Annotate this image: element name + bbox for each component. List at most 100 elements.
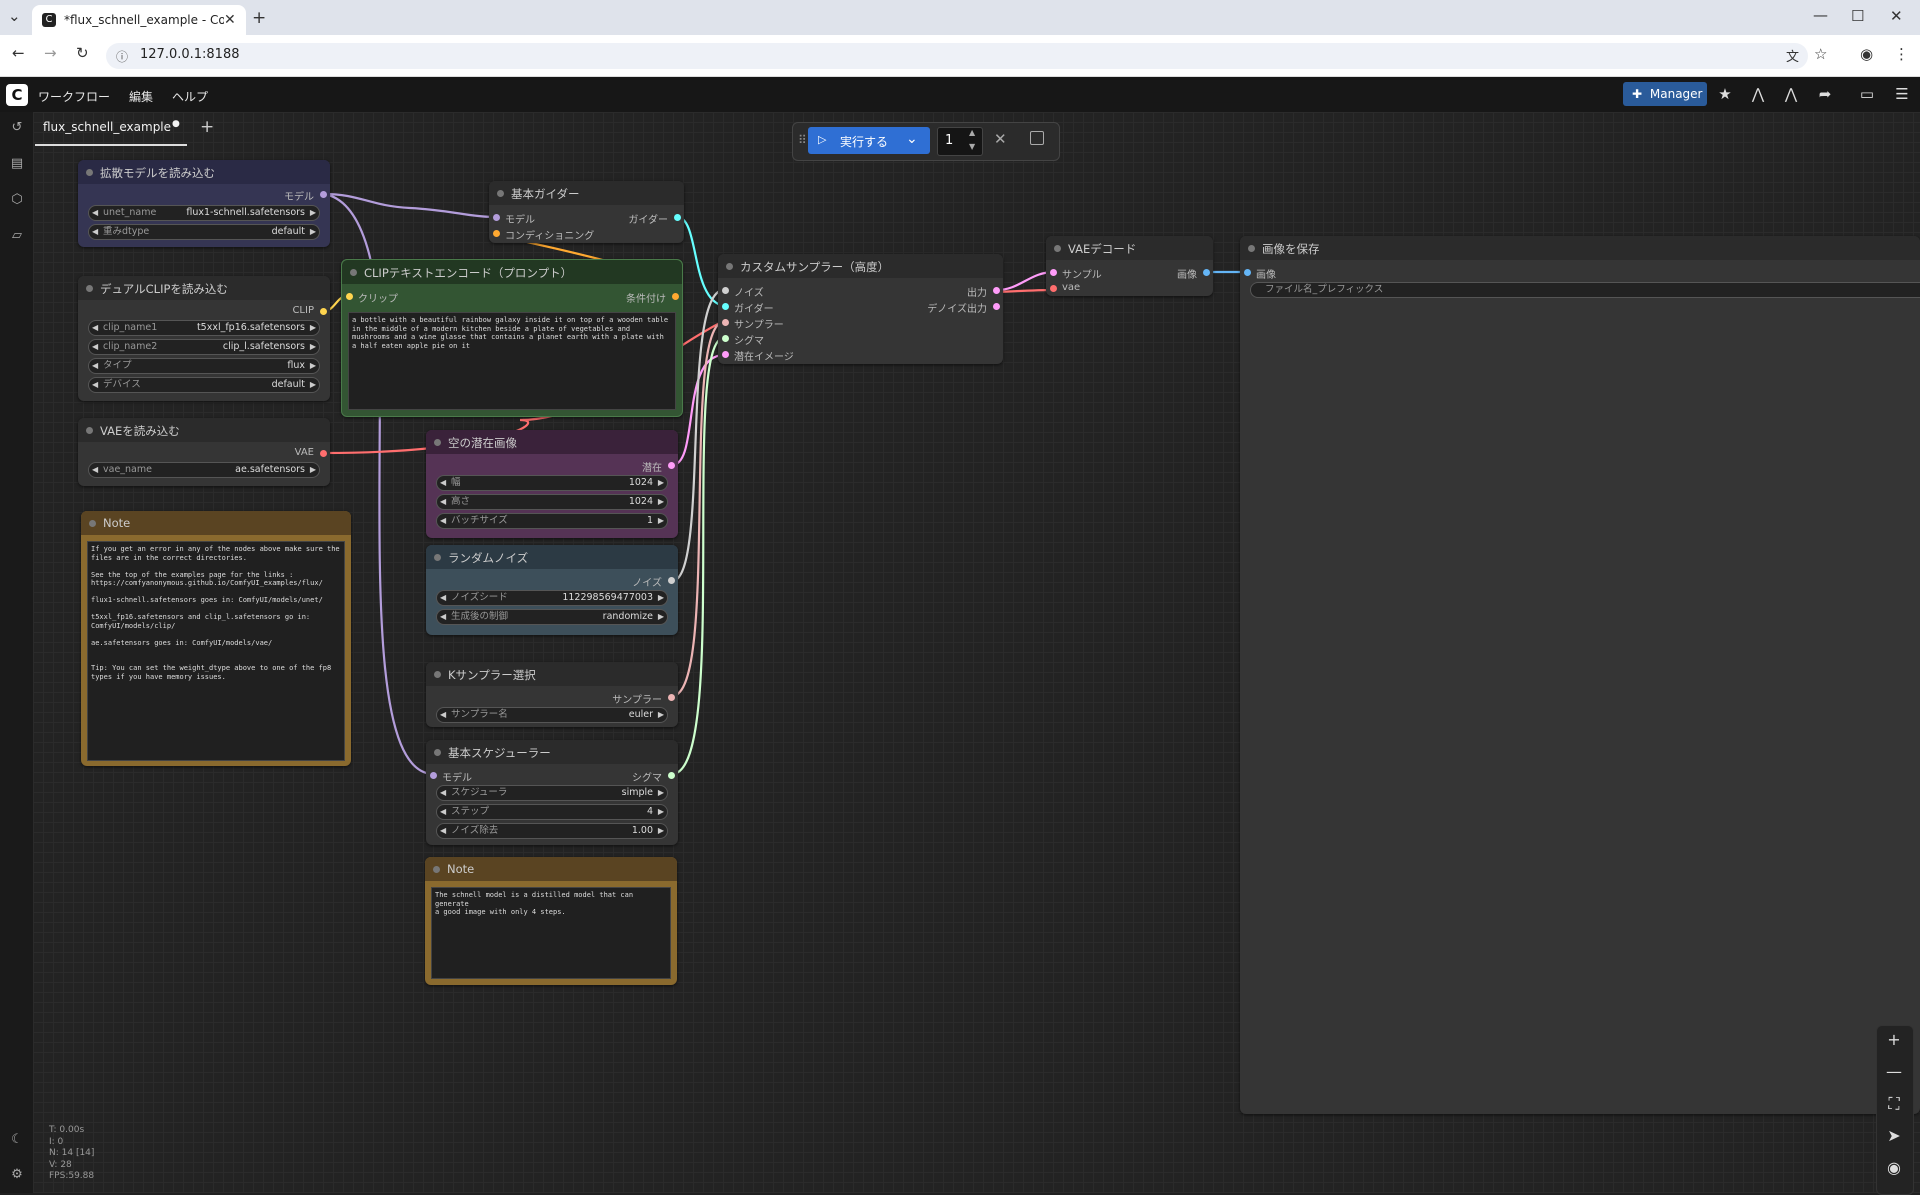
input-clip-port[interactable] — [346, 293, 353, 300]
input-vae-port[interactable] — [1050, 285, 1057, 292]
node-vae-decode[interactable]: VAEデコード サンプル vae 画像 — [1046, 236, 1213, 296]
prompt-textarea[interactable]: a bottle with a beautiful rainbow galaxy… — [348, 312, 676, 410]
denoise-number[interactable]: ◀ ノイズ除去 1.00 ▶ — [436, 823, 668, 839]
decrement-icon[interactable]: ▼ — [969, 142, 975, 151]
denoised-output-port[interactable] — [993, 303, 1000, 310]
batch-count-input[interactable]: 1 ▲ ▼ — [937, 127, 983, 156]
note-text[interactable]: If you get an error in any of the nodes … — [87, 541, 345, 761]
node-header[interactable]: 画像を保存 — [1240, 236, 1920, 260]
weight-dtype-combo[interactable]: ◀ 重みdtype default ▶ — [88, 224, 320, 240]
control-after-generate-combo[interactable]: ◀ 生成後の制御 randomize ▶ — [436, 609, 668, 625]
batch-size-number[interactable]: ◀ バッチサイズ 1 ▶ — [436, 513, 668, 529]
node-vae-loader[interactable]: VAEを読み込む VAE ◀ vae_name ae.safetensors ▶ — [78, 418, 330, 486]
node-header[interactable]: VAEを読み込む — [78, 418, 330, 442]
node-header[interactable]: CLIPテキストエンコード（プロンプト） — [342, 260, 682, 284]
steps-number[interactable]: ◀ ステップ 4 ▶ — [436, 804, 668, 820]
output-model-label: モデル — [284, 192, 314, 203]
input-vae-label: vae — [1062, 282, 1081, 293]
node-header[interactable]: 基本ガイダー — [489, 181, 684, 205]
node-title: VAEデコード — [1068, 242, 1137, 256]
clip-device-combo[interactable]: ◀ デバイス default ▶ — [88, 377, 320, 393]
clip-name1-combo[interactable]: ◀ clip_name1 t5xxl_fp16.safetensors ▶ — [88, 320, 320, 336]
node-dual-clip-loader[interactable]: デュアルCLIPを読み込む CLIP ◀ clip_name1 t5xxl_fp16… — [78, 276, 330, 401]
input-model-port[interactable] — [430, 772, 437, 779]
output-sampler-port[interactable] — [668, 694, 675, 701]
sampler-name-combo[interactable]: ◀ サンプラー名 euler ▶ — [436, 707, 668, 723]
scheduler-combo[interactable]: ◀ スケジューラ simple ▶ — [436, 785, 668, 801]
node-custom-sampler-advanced[interactable]: カスタムサンプラー（高度） ノイズ ガイダー サンプラー シグマ 潜在イメージ … — [718, 254, 1003, 364]
input-sigmas-port[interactable] — [722, 335, 729, 342]
node-header[interactable]: Note — [425, 857, 677, 881]
output-image-port[interactable] — [1203, 269, 1210, 276]
node-save-image[interactable]: 画像を保存 画像 ファイル名_プレフィックス — [1240, 236, 1920, 1114]
width-number[interactable]: ◀ 幅 1024 ▶ — [436, 475, 668, 491]
input-model-label: モデル — [505, 215, 535, 226]
node-basic-scheduler[interactable]: 基本スケジューラー モデル シグマ ◀ スケジューラ simple ▶ ◀ ステップ 4 ▶… — [426, 740, 678, 845]
chevron-down-icon[interactable]: ⌄ — [906, 131, 918, 147]
input-guider-port[interactable] — [722, 303, 729, 310]
node-header[interactable]: ランダムノイズ — [426, 545, 678, 569]
input-noise-port[interactable] — [722, 287, 729, 294]
output-noise-port[interactable] — [668, 577, 675, 584]
output-sampler-label: サンプラー — [612, 695, 662, 706]
height-number[interactable]: ◀ 高さ 1024 ▶ — [436, 494, 668, 510]
drag-handle-icon[interactable]: ⠿ — [798, 133, 807, 147]
zoom-out-icon[interactable]: — — [1884, 1062, 1904, 1082]
toggle-links-icon[interactable]: ◉ — [1884, 1158, 1904, 1178]
output-vae-port[interactable] — [320, 450, 327, 457]
node-clip-text-encode[interactable]: CLIPテキストエンコード（プロンプト） クリップ 条件付け a bottle … — [341, 259, 683, 417]
input-image-port[interactable] — [1244, 269, 1251, 276]
output-sigmas-port[interactable] — [668, 772, 675, 779]
increment-icon[interactable]: ▲ — [969, 128, 975, 137]
cancel-run-icon[interactable]: ✕ — [994, 130, 1007, 148]
node-header[interactable]: VAEデコード — [1046, 236, 1213, 260]
clip-name2-combo[interactable]: ◀ clip_name2 clip_l.safetensors ▶ — [88, 339, 320, 355]
input-samples-port[interactable] — [1050, 269, 1057, 276]
node-note[interactable]: Note The schnell model is a distilled mo… — [425, 857, 677, 985]
input-sampler-port[interactable] — [722, 319, 729, 326]
input-model-port[interactable] — [493, 214, 500, 221]
fit-view-icon[interactable]: ⛶ — [1884, 1094, 1904, 1114]
input-sampler-label: サンプラー — [734, 320, 784, 331]
node-empty-latent-image[interactable]: 空の潜在画像 潜在 ◀ 幅 1024 ▶ ◀ 高さ 1024 ▶ ◀ バッチサイズ 1 ▶ — [426, 430, 678, 538]
vae-name-combo[interactable]: ◀ vae_name ae.safetensors ▶ — [88, 462, 320, 478]
note-text[interactable]: The schnell model is a distilled model t… — [431, 887, 671, 979]
node-header[interactable]: 基本スケジューラー — [426, 740, 678, 764]
node-basic-guider[interactable]: 基本ガイダー モデル コンディショニング ガイダー — [489, 181, 684, 243]
input-latent-port[interactable] — [722, 351, 729, 358]
run-button[interactable]: ▷ 実行する ⌄ — [808, 127, 930, 154]
node-header[interactable]: 空の潜在画像 — [426, 430, 678, 454]
node-header[interactable]: Kサンプラー選択 — [426, 662, 678, 686]
node-title: カスタムサンプラー（高度） — [740, 260, 890, 274]
node-ksampler-select[interactable]: Kサンプラー選択 サンプラー ◀ サンプラー名 euler ▶ — [426, 662, 678, 727]
filename-prefix-text[interactable]: ファイル名_プレフィックス — [1250, 282, 1920, 298]
node-header[interactable]: Note — [81, 511, 351, 535]
noise-seed-number[interactable]: ◀ ノイズシード 112298569477003 ▶ — [436, 590, 668, 606]
node-note[interactable]: Note If you get an error in any of the n… — [81, 511, 351, 766]
unet-name-combo[interactable]: ◀ unet_name flux1-schnell.safetensors ▶ — [88, 205, 320, 221]
zoom-in-icon[interactable]: + — [1884, 1030, 1904, 1050]
node-header[interactable]: カスタムサンプラー（高度） — [718, 254, 1003, 278]
clip-type-combo[interactable]: ◀ タイプ flux ▶ — [88, 358, 320, 374]
input-conditioning-port[interactable] — [493, 230, 500, 237]
output-clip-label: CLIP — [292, 305, 314, 316]
node-title: ランダムノイズ — [448, 551, 529, 565]
link-model-guider — [323, 192, 496, 219]
output-conditioning-port[interactable] — [672, 293, 679, 300]
stop-icon[interactable] — [1030, 131, 1044, 145]
output-clip-port[interactable] — [320, 308, 327, 315]
output-port[interactable] — [993, 287, 1000, 294]
select-mode-icon[interactable]: ➤ — [1884, 1126, 1904, 1146]
node-header[interactable]: 拡散モデルを読み込む — [78, 160, 330, 184]
node-load-diffusion-model[interactable]: 拡散モデルを読み込む モデル ◀ unet_name flux1-schnell.s… — [78, 160, 330, 247]
input-image-label: 画像 — [1256, 270, 1276, 281]
node-header[interactable]: デュアルCLIPを読み込む — [78, 276, 330, 300]
node-random-noise[interactable]: ランダムノイズ ノイズ ◀ ノイズシード 112298569477003 ▶ ◀ 生成後… — [426, 545, 678, 635]
output-latent-port[interactable] — [668, 462, 675, 469]
batch-count-value: 1 — [945, 133, 954, 148]
input-guider-label: ガイダー — [734, 304, 774, 315]
play-icon: ▷ — [818, 133, 827, 146]
output-model-port[interactable] — [320, 191, 327, 198]
input-samples-label: サンプル — [1062, 270, 1102, 281]
output-guider-port[interactable] — [674, 214, 681, 221]
